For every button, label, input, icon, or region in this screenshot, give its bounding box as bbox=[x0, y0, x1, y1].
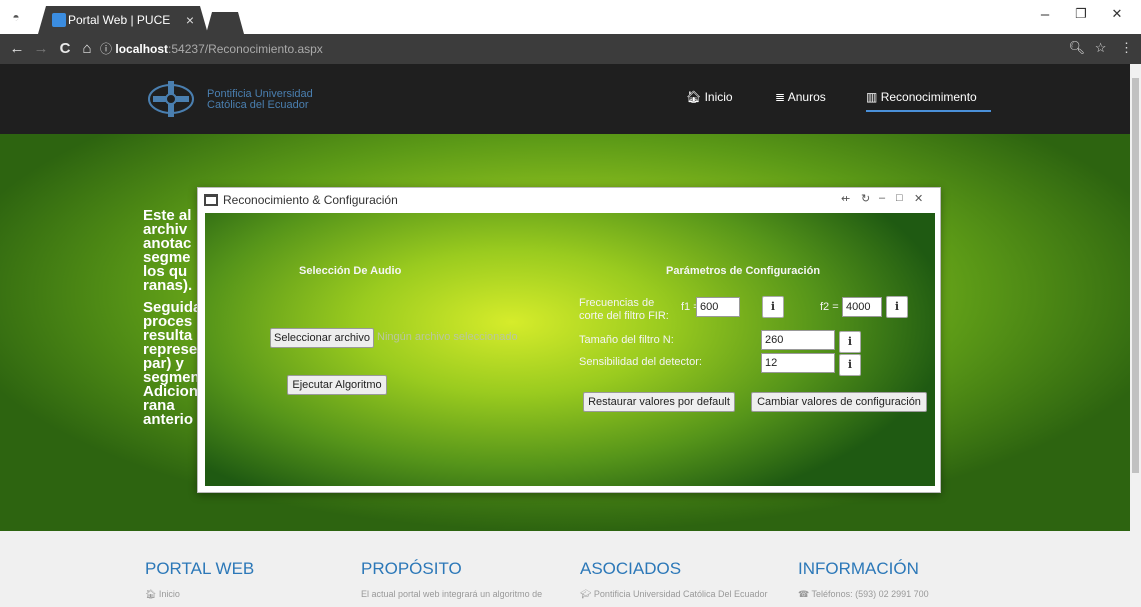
f2-input[interactable]: 4000 bbox=[842, 297, 882, 317]
filter-size-input[interactable]: 260 bbox=[761, 330, 835, 350]
window-close-button[interactable]: ✕ bbox=[1107, 6, 1127, 22]
maximize-icon[interactable]: □ bbox=[896, 192, 903, 204]
footer-title: INFORMACIÓN bbox=[798, 559, 919, 578]
nav-item-label: Reconocimimento bbox=[880, 90, 977, 104]
new-tab-button[interactable] bbox=[206, 12, 244, 34]
f1-info-icon[interactable]: i bbox=[762, 296, 784, 318]
f2-info-icon[interactable]: i bbox=[886, 296, 908, 318]
recognition-config-dialog: Reconocimiento & Configuración ⇷ ↻ – □ ✕… bbox=[197, 187, 941, 493]
dialog-header[interactable]: Reconocimiento & Configuración ⇷ ↻ – □ ✕ bbox=[198, 188, 940, 212]
window-minimize-button[interactable]: – bbox=[1035, 6, 1055, 23]
filter-size-label: Tamaño del filtro N: bbox=[579, 334, 674, 346]
f2-label: f2 = bbox=[820, 301, 839, 313]
footer-link-inicio[interactable]: 🏠︎ Inicio bbox=[145, 589, 254, 600]
url-path: :54237/Reconocimiento.aspx bbox=[168, 42, 323, 56]
puce-crest-icon bbox=[148, 81, 194, 117]
nav-item-label: Inicio bbox=[704, 90, 733, 104]
minimize-icon[interactable]: – bbox=[879, 192, 885, 204]
window-icon bbox=[204, 194, 218, 206]
sensitivity-input[interactable]: 12 bbox=[761, 353, 835, 373]
database-icon: ≣ bbox=[775, 90, 786, 104]
f1-input[interactable]: 600 bbox=[696, 297, 740, 317]
tab-title: Portal Web | PUCE bbox=[68, 13, 171, 27]
refresh-icon[interactable]: ↻ bbox=[861, 192, 870, 205]
home-icon[interactable]: ⌂ bbox=[78, 40, 96, 57]
apply-config-button[interactable]: Cambiar valores de configuración bbox=[751, 392, 927, 412]
footer-text: 🎓︎ Pontificia Universidad Católica Del E… bbox=[580, 589, 768, 599]
browser-tab[interactable]: Portal Web | PUCE × bbox=[38, 6, 208, 34]
footer-text: ☎︎ Teléfonos: (593) 02 2991 700 bbox=[798, 589, 929, 599]
footer-col-informacion: INFORMACIÓN ☎︎ Teléfonos: (593) 02 2991 … bbox=[798, 559, 929, 600]
url-host: localhost bbox=[115, 42, 169, 56]
site-navbar: Pontificia Universidad Católica del Ecua… bbox=[0, 64, 1130, 134]
nav-item-inicio[interactable]: 🏠︎ Inicio bbox=[686, 90, 733, 104]
dialog-body: Selección De Audio Seleccionar archivo N… bbox=[205, 213, 935, 486]
url-input[interactable]: ⓘ localhost:54237/Reconocimiento.aspx bbox=[100, 38, 1110, 60]
sensitivity-label: Sensibilidad del detector: bbox=[579, 356, 702, 368]
back-icon[interactable]: ← bbox=[8, 40, 26, 57]
nav-item-reconocimiento[interactable]: ▥ Reconocimimento bbox=[866, 90, 991, 112]
footer-title: ASOCIADOS bbox=[580, 559, 682, 578]
web-page: Pontificia Universidad Católica del Ecua… bbox=[0, 64, 1130, 607]
scrollbar-thumb[interactable] bbox=[1132, 78, 1139, 473]
bar-chart-icon: ▥ bbox=[866, 90, 878, 104]
footer-col-asociados: ASOCIADOS 🎓︎ Pontificia Universidad Cató… bbox=[580, 559, 768, 600]
address-bar: ← → C ⌂ ⓘ localhost:54237/Reconocimiento… bbox=[0, 34, 1141, 64]
forward-icon[interactable]: → bbox=[32, 40, 50, 57]
sensitivity-info-icon[interactable]: i bbox=[839, 354, 861, 376]
dialog-title: Reconocimiento & Configuración bbox=[223, 193, 398, 207]
zoom-icon[interactable]: 🔍︎ bbox=[1069, 40, 1086, 55]
bookmark-star-icon[interactable]: ☆ bbox=[1095, 40, 1107, 55]
footer-title: PROPÓSITO bbox=[361, 559, 462, 578]
site-info-icon[interactable]: ⓘ bbox=[100, 42, 112, 56]
incognito-icon: ◓ bbox=[12, 10, 20, 24]
logo-text: Pontificia Universidad Católica del Ecua… bbox=[207, 89, 313, 111]
nav-item-anuros[interactable]: ≣ Anuros bbox=[775, 90, 826, 104]
puce-logo[interactable]: Pontificia Universidad Católica del Ecua… bbox=[147, 79, 337, 121]
run-algorithm-button[interactable]: Ejecutar Algoritmo bbox=[287, 375, 387, 395]
filter-size-info-icon[interactable]: i bbox=[839, 331, 861, 353]
footer-title: PORTAL WEB bbox=[145, 559, 255, 578]
favicon-icon bbox=[52, 13, 66, 27]
browser-titlebar: ◓ Portal Web | PUCE × – ❐ ✕ bbox=[0, 0, 1141, 34]
logo-line-2: Católica del Ecuador bbox=[207, 99, 309, 111]
footer-col-proposito: PROPÓSITO El actual portal web integrará… bbox=[361, 559, 542, 599]
freq-label: Frecuencias de corte del filtro FIR: bbox=[579, 297, 669, 322]
site-footer: PORTAL WEB 🏠︎ Inicio PROPÓSITO El actual… bbox=[0, 531, 1130, 607]
pin-icon[interactable]: ⇷ bbox=[841, 192, 850, 205]
tab-close-icon[interactable]: × bbox=[186, 6, 194, 34]
footer-col-portal: PORTAL WEB 🏠︎ Inicio bbox=[145, 559, 254, 600]
select-file-button[interactable]: Seleccionar archivo bbox=[270, 328, 374, 348]
restore-defaults-button[interactable]: Restaurar valores por default bbox=[583, 392, 735, 412]
address-bar-icons: 🔍︎ ☆ ⋮ bbox=[1069, 40, 1133, 56]
config-section-title: Parámetros de Configuración bbox=[666, 265, 821, 277]
no-file-label: Ningún archivo seleccionado bbox=[377, 331, 518, 343]
browser-menu-icon[interactable]: ⋮ bbox=[1120, 40, 1133, 55]
footer-text: El actual portal web integrará un algori… bbox=[361, 589, 543, 599]
audio-section-title: Selección De Audio bbox=[299, 265, 402, 277]
nav-item-label: Anuros bbox=[787, 90, 826, 104]
reload-icon[interactable]: C bbox=[56, 40, 74, 57]
window-maximize-button[interactable]: ❐ bbox=[1071, 6, 1091, 22]
close-icon[interactable]: ✕ bbox=[914, 192, 923, 205]
page-scrollbar[interactable] bbox=[1130, 64, 1141, 607]
home-icon: 🏠︎ bbox=[686, 90, 702, 104]
